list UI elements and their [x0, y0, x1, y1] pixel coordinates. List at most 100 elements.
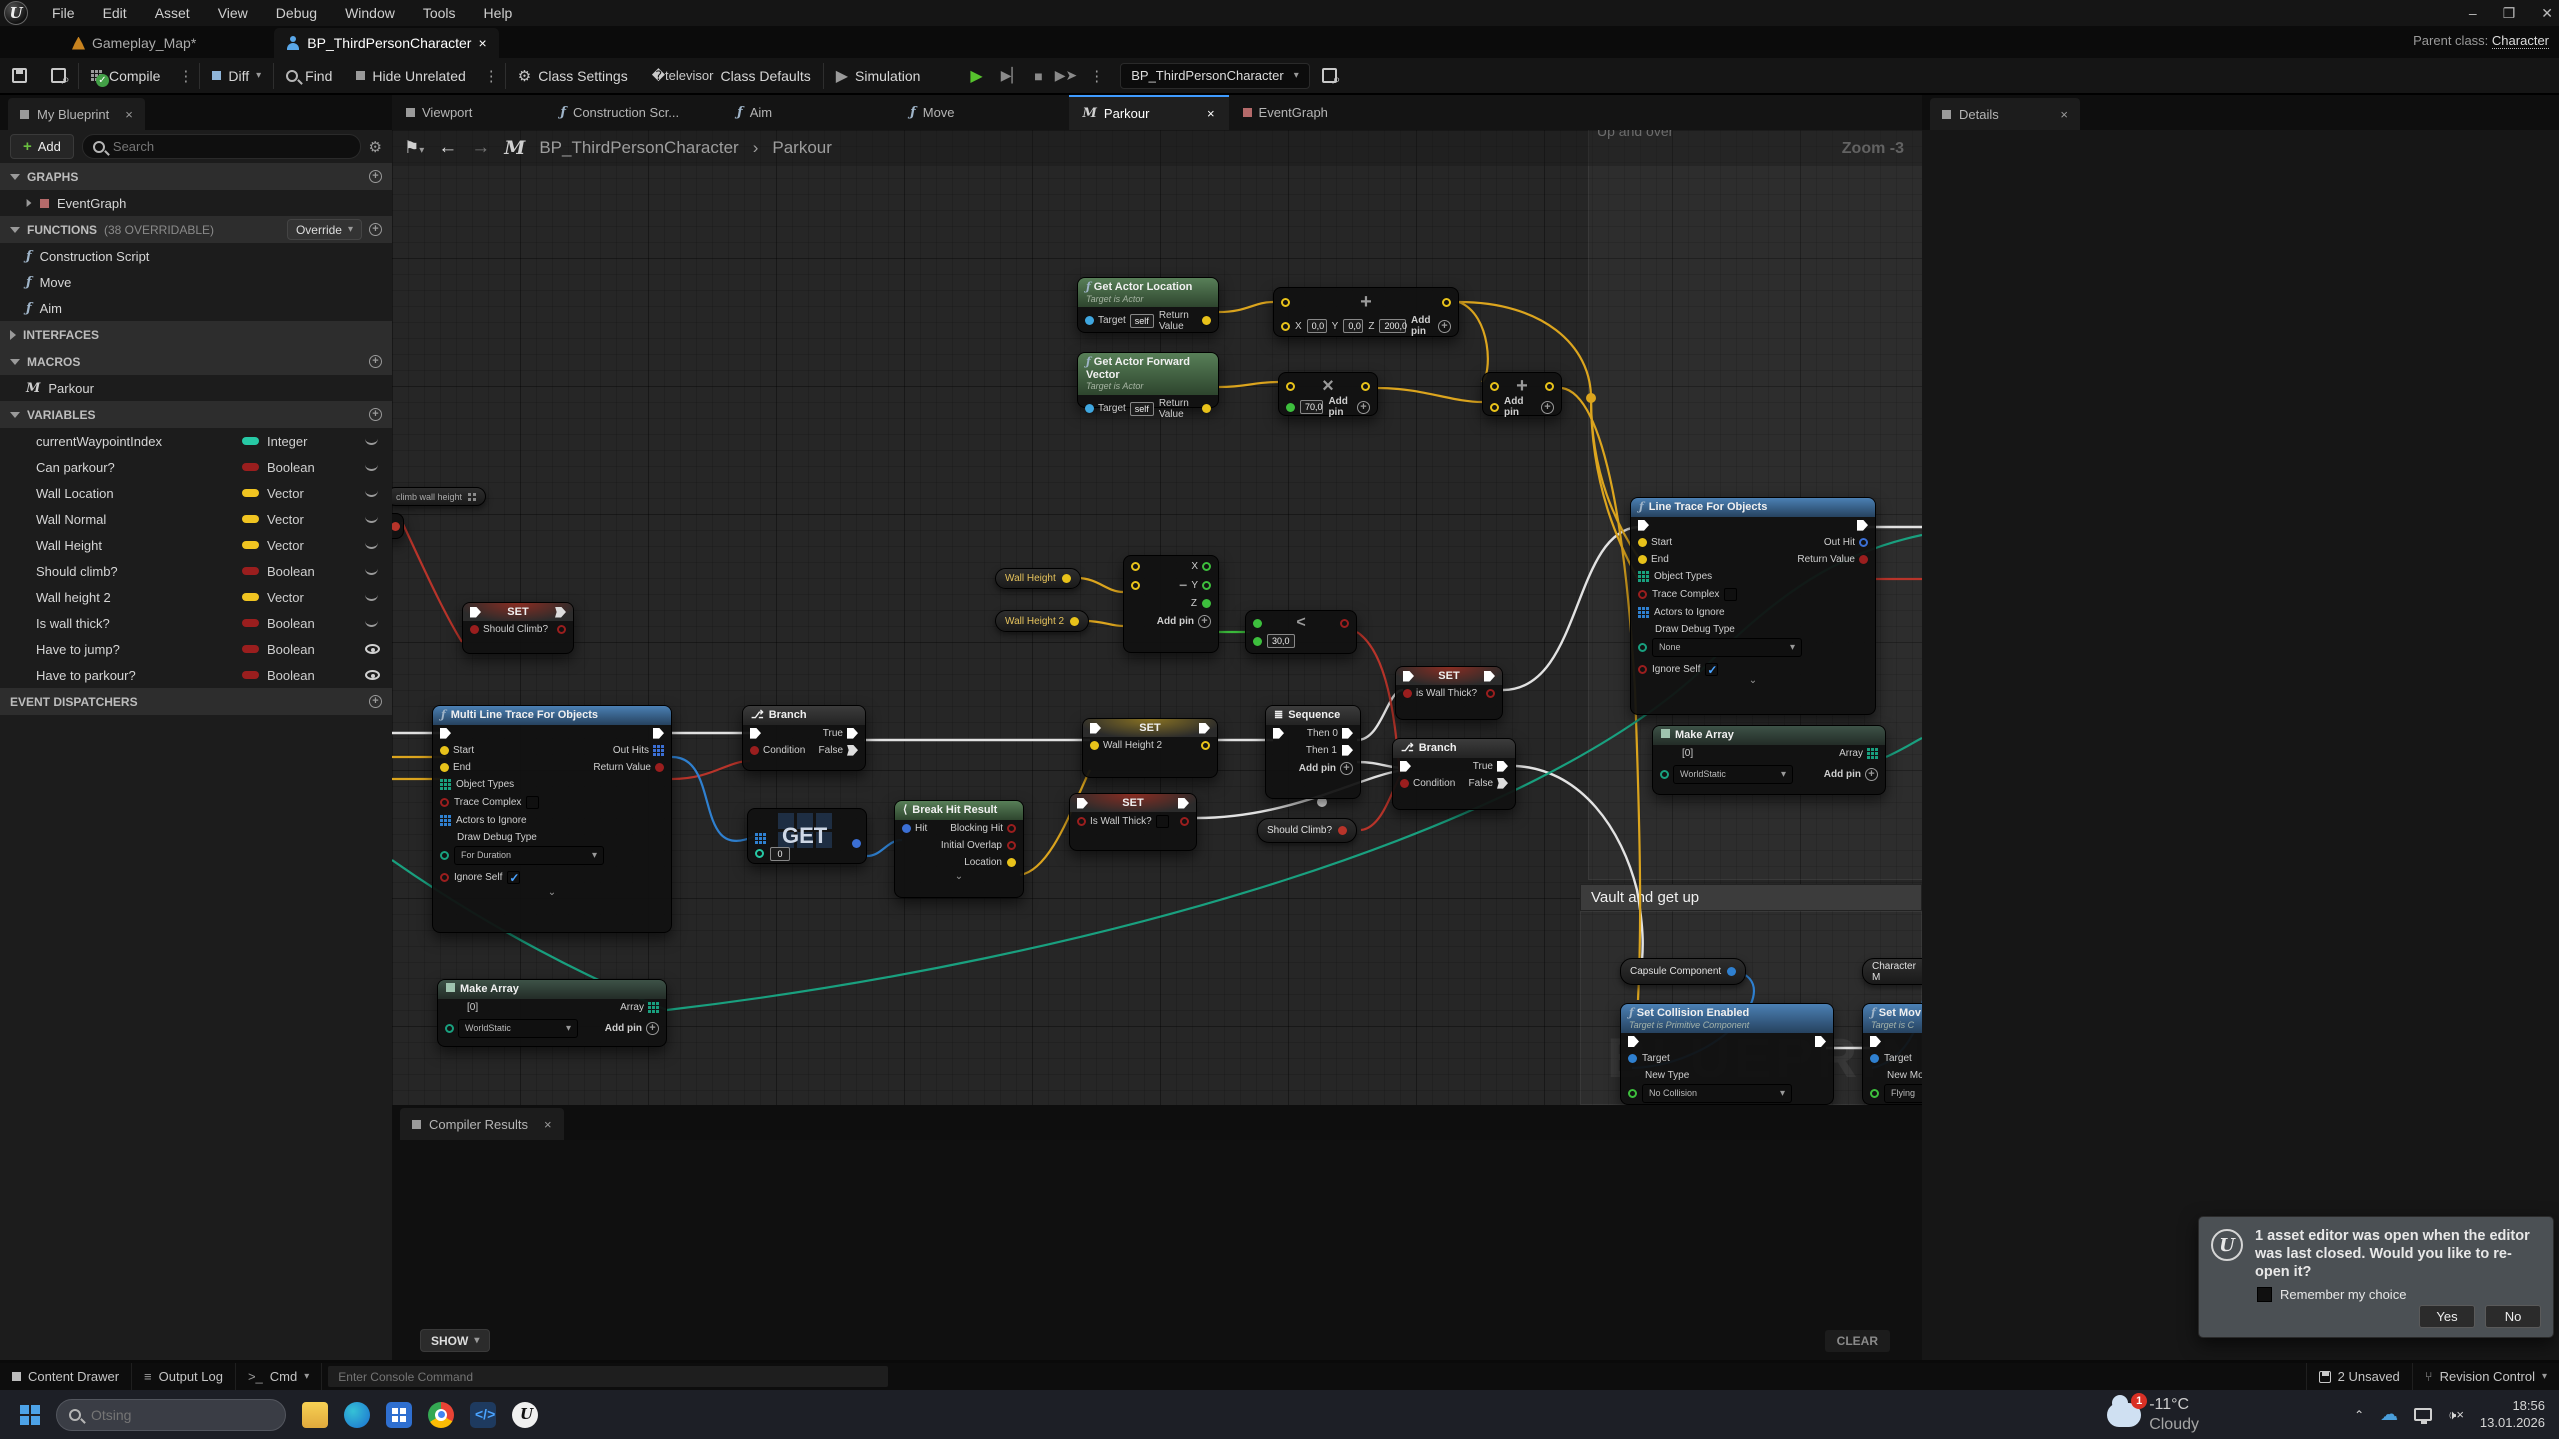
node-set-movement-mode[interactable]: ƒ Set MovTarget is C Target New Mov Flyi… — [1862, 1003, 1922, 1105]
exec-in-pin[interactable] — [1638, 520, 1649, 531]
eye-closed-icon[interactable] — [365, 516, 378, 523]
trace-complex-checkbox[interactable] — [526, 796, 539, 809]
exec-out-pin[interactable] — [1199, 723, 1210, 734]
menu-debug[interactable]: Debug — [262, 0, 331, 26]
compile-button[interactable]: Compile — [79, 57, 172, 94]
ignore-self-checkbox[interactable] — [507, 871, 520, 884]
element-pin[interactable] — [445, 1024, 454, 1033]
get-capsule-component-pill[interactable]: Capsule Component — [1620, 958, 1746, 985]
node-fragment[interactable] — [392, 513, 404, 539]
toast-no-button[interactable]: No — [2485, 1305, 2541, 1328]
collapse-chevron-icon[interactable]: ⌄ — [895, 871, 1023, 882]
add-event-dispatcher-icon[interactable]: + — [369, 695, 382, 708]
array-input-pin[interactable] — [755, 833, 766, 844]
eventgraph-item[interactable]: EventGraph — [0, 190, 392, 216]
breadcrumb-root[interactable]: BP_ThirdPersonCharacter — [539, 138, 738, 158]
eye-closed-icon[interactable] — [365, 594, 378, 601]
variable-row[interactable]: Wall NormalVector — [0, 506, 392, 532]
debug-object-dropdown[interactable]: BP_ThirdPersonCharacter▾ — [1120, 63, 1310, 89]
new-type-dropdown[interactable]: No Collision▾ — [1642, 1084, 1792, 1103]
menu-help[interactable]: Help — [470, 0, 527, 26]
exec-out-pin[interactable] — [1857, 520, 1868, 531]
section-graphs[interactable]: GRAPHS + — [0, 163, 392, 190]
x-value-field[interactable]: 0,0 — [1307, 319, 1327, 333]
y-value-field[interactable]: 0,0 — [1343, 319, 1363, 333]
tray-expand-icon[interactable]: ⌃ — [2354, 1408, 2364, 1422]
z-value-field[interactable]: 200,0 — [1379, 319, 1406, 333]
forward-arrow-icon[interactable]: → — [471, 137, 490, 159]
node-set-is-wall-thick[interactable]: SET Is Wall Thick? — [1069, 793, 1197, 851]
new-mode-pin[interactable] — [1870, 1089, 1879, 1098]
tab-viewport[interactable]: Viewport — [392, 95, 486, 130]
input-pin[interactable] — [1490, 382, 1499, 391]
console-command-input[interactable] — [328, 1366, 888, 1387]
variable-row[interactable]: currentWaypointIndexInteger — [0, 428, 392, 454]
tab-move[interactable]: ƒMove — [896, 95, 968, 130]
class-settings-button[interactable]: ⚙Class Settings — [506, 57, 640, 94]
value-pin[interactable] — [470, 625, 479, 634]
output-pin[interactable] — [1727, 967, 1736, 976]
element-dropdown[interactable]: WorldStatic▾ — [1673, 765, 1793, 784]
climb-wall-height-label[interactable]: climb wall height — [392, 487, 486, 506]
cmd-dropdown[interactable]: >_Cmd▾ — [236, 1363, 322, 1390]
details-close-icon[interactable]: × — [2060, 107, 2068, 122]
node-make-array-left[interactable]: Make Array [0] Array WorldStatic▾ Add pi… — [437, 979, 667, 1047]
network-display-icon[interactable] — [2414, 1408, 2432, 1421]
parent-class-link[interactable]: Character — [2492, 33, 2549, 49]
value-field[interactable]: 70,0 — [1300, 400, 1323, 414]
diff-button[interactable]: Diff▾ — [200, 57, 273, 94]
tab-aim[interactable]: ƒAim — [723, 95, 786, 130]
menu-edit[interactable]: Edit — [89, 0, 141, 26]
play-button[interactable]: ▶ — [958, 57, 994, 94]
input-pin[interactable] — [1490, 403, 1499, 412]
get-should-climb-pill[interactable]: Should Climb? — [1257, 818, 1357, 843]
node-set-wall-height-2[interactable]: SET Wall Height 2 — [1082, 718, 1218, 778]
compile-options-icon[interactable]: ⋮ — [172, 67, 199, 85]
menu-asset[interactable]: Asset — [141, 0, 204, 26]
exec-in-pin[interactable] — [1273, 728, 1284, 739]
output-pin[interactable] — [852, 839, 861, 848]
stop-button[interactable]: ■ — [1028, 57, 1048, 94]
section-interfaces[interactable]: INTERFACES — [0, 321, 392, 348]
array-output-pin[interactable] — [648, 1002, 659, 1013]
variable-row[interactable]: Is wall thick?Boolean — [0, 610, 392, 636]
unreal-taskbar-icon[interactable]: U — [512, 1402, 538, 1428]
menu-tools[interactable]: Tools — [409, 0, 470, 26]
object-types-pin[interactable] — [1638, 571, 1649, 582]
output-pin[interactable] — [1340, 619, 1349, 628]
class-defaults-button[interactable]: �televisorClass Defaults — [640, 57, 823, 94]
node-vector-subtract[interactable]: X −Y Z Add pin+ — [1123, 555, 1219, 653]
bookmark-icon[interactable]: ⚑▾ — [404, 138, 424, 158]
input-pin[interactable] — [1253, 637, 1262, 646]
variable-row[interactable]: Wall HeightVector — [0, 532, 392, 558]
actors-to-ignore-pin[interactable] — [1638, 607, 1649, 618]
macro-parkour[interactable]: MParkour — [0, 375, 392, 401]
return-value-pin[interactable] — [1202, 316, 1211, 325]
input-pin[interactable] — [1131, 562, 1140, 571]
function-construction-script[interactable]: ƒConstruction Script — [0, 243, 392, 269]
z-output-pin[interactable] — [1202, 599, 1211, 608]
tab-construction-script[interactable]: ƒConstruction Scr... — [546, 95, 693, 130]
tab-my-blueprint[interactable]: My Blueprint × — [8, 98, 145, 130]
node-get-actor-forward-vector[interactable]: ƒ Get Actor Forward VectorTarget is Acto… — [1077, 352, 1219, 408]
compiler-results-close-icon[interactable]: × — [544, 1117, 552, 1132]
exec-out-pin[interactable] — [555, 607, 566, 618]
false-exec-pin[interactable] — [1497, 778, 1508, 789]
array-output-pin[interactable] — [1867, 748, 1878, 759]
exec-in-pin[interactable] — [750, 728, 761, 739]
tab-gameplay-map[interactable]: Gameplay_Map* — [60, 28, 208, 58]
remember-choice-checkbox[interactable] — [2257, 1287, 2272, 1302]
eject-button[interactable]: ▶➤ — [1049, 57, 1084, 94]
add-pin-button[interactable]: Add pin+ — [1157, 615, 1211, 628]
value-pin[interactable] — [1090, 741, 1099, 750]
add-graph-icon[interactable]: + — [369, 170, 382, 183]
y-output-pin[interactable] — [1202, 581, 1211, 590]
output-log-button[interactable]: ≡Output Log — [132, 1363, 236, 1390]
input-pin[interactable] — [1253, 619, 1262, 628]
get-wall-height-pill[interactable]: Wall Height — [995, 568, 1081, 589]
target-pin[interactable] — [1085, 404, 1094, 413]
value-pin[interactable] — [1077, 817, 1086, 826]
input-pin[interactable] — [1281, 298, 1290, 307]
tab-bp-thirdpersoncharacter[interactable]: BP_ThirdPersonCharacter × — [274, 28, 498, 58]
edge-browser-icon[interactable] — [344, 1402, 370, 1428]
